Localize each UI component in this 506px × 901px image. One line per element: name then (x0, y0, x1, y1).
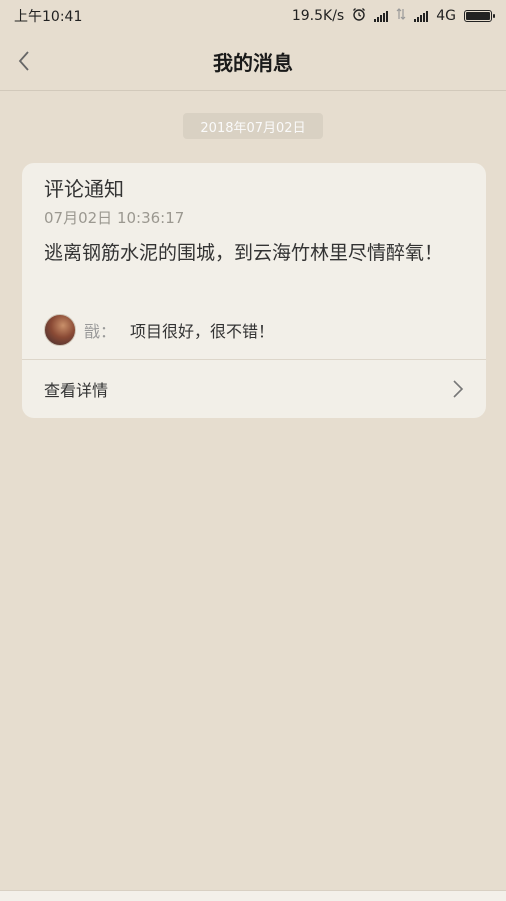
status-right: 19.5K/s 4G (291, 7, 495, 25)
chevron-right-icon (453, 380, 464, 398)
signal-2-icon (414, 10, 429, 22)
signal-icon (374, 10, 389, 22)
comment-row: 戩 ： 项目很好，很不错！ (44, 314, 274, 346)
card-body: 逃离钢筋水泥的围城，到云海竹林里尽情醉氧！ (44, 242, 444, 264)
view-details-button[interactable]: 查看详情 (22, 360, 486, 418)
page-title: 我的消息 (213, 50, 293, 75)
net-speed: 19.5K/s (291, 8, 345, 24)
comment-colon: ： (100, 322, 117, 341)
chevron-left-icon (18, 51, 29, 71)
data-transfer-icon (396, 8, 406, 24)
card-time: 07月02日 10:36:17 (44, 209, 185, 227)
bottom-bar (0, 890, 506, 901)
notification-card: 评论通知 07月02日 10:36:17 逃离钢筋水泥的围城，到云海竹林里尽情醉… (22, 163, 486, 418)
back-button[interactable] (10, 46, 38, 76)
network-type: 4G (436, 8, 456, 24)
alarm-icon (352, 7, 366, 25)
comment-text: 项目很好，很不错！ (130, 322, 275, 341)
status-time: 上午10:41 (14, 9, 83, 25)
avatar[interactable] (44, 314, 76, 346)
header: 我的消息 (0, 32, 506, 91)
view-details-label: 查看详情 (44, 381, 109, 400)
comment-user: 戩 (84, 322, 101, 341)
card-title: 评论通知 (44, 177, 124, 201)
battery-icon (464, 10, 495, 22)
date-chip: 2018年07月02日 (183, 113, 323, 139)
status-bar: 上午10:41 19.5K/s 4G (0, 0, 506, 32)
